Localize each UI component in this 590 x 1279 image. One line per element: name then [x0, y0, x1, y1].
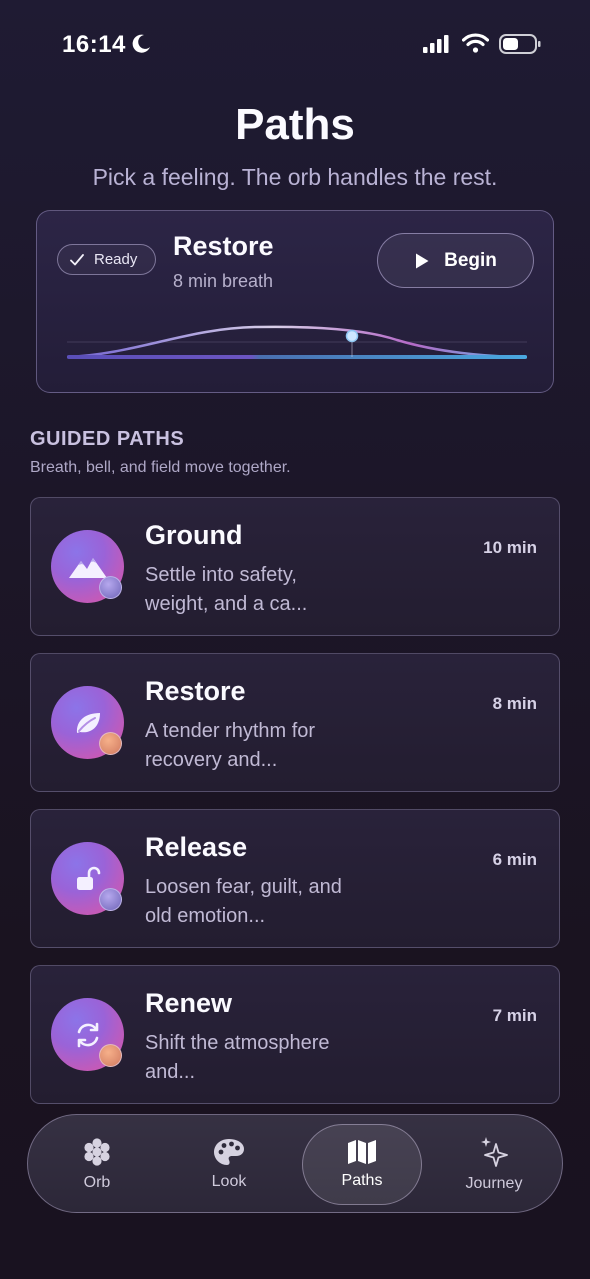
path-title: Restore [145, 676, 246, 706]
leaf-icon [76, 712, 100, 733]
tab-orb[interactable]: Orb [56, 1115, 138, 1214]
path-duration: 6 min [492, 850, 537, 869]
wifi-icon [462, 33, 489, 53]
unlock-icon [76, 866, 100, 890]
page-subtitle: Pick a feeling. The orb handles the rest… [92, 164, 498, 190]
path-card-restore[interactable]: Restore A tender rhythm for recovery and… [30, 653, 560, 792]
path-description: Loosen fear, guilt, and old emotion... [145, 876, 342, 927]
tab-label: Look [211, 1173, 247, 1190]
section-subtitle: Breath, bell, and field move together. [30, 459, 291, 476]
path-description: Settle into safety, weight, and a ca... [145, 564, 308, 615]
checkmark-icon [70, 253, 84, 265]
orb-cluster-icon [84, 1138, 110, 1166]
refresh-icon [77, 1022, 98, 1047]
path-card-release[interactable]: Release Loosen fear, guilt, and old emot… [30, 809, 560, 948]
path-title: Ground [145, 520, 243, 550]
current-session-card: Ready Restore 8 min breath Begin [36, 210, 554, 393]
bottom-tab-bar: Orb Look Paths Journey [27, 1114, 563, 1213]
ready-status-badge: Ready [57, 244, 156, 275]
sparkles-icon [481, 1137, 508, 1167]
moon-icon [132, 34, 150, 53]
begin-button-label: Begin [444, 249, 497, 271]
tab-label: Journey [465, 1175, 523, 1192]
battery-icon [499, 34, 541, 54]
path-duration: 8 min [492, 694, 537, 713]
ready-label: Ready [94, 251, 138, 268]
status-bar: 16:14 [0, 0, 590, 90]
tab-journey[interactable]: Journey [452, 1115, 536, 1214]
session-subtitle: 8 min breath [173, 271, 274, 291]
map-icon [348, 1140, 376, 1164]
path-card-ground[interactable]: Ground Settle into safety, weight, and a… [30, 497, 560, 636]
begin-button[interactable]: Begin [377, 233, 534, 288]
session-title: Restore [173, 231, 274, 261]
breath-position-marker [345, 329, 359, 343]
tab-label: Orb [83, 1174, 111, 1191]
path-duration: 10 min [483, 538, 537, 557]
tab-look[interactable]: Look [188, 1115, 270, 1214]
breath-wave-chart [67, 325, 527, 359]
path-title: Release [145, 832, 248, 862]
path-accent-dot [99, 1044, 122, 1067]
cellular-signal-icon [423, 35, 449, 53]
path-description: Shift the atmosphere and... [145, 1032, 330, 1083]
play-icon [416, 253, 429, 268]
tab-paths[interactable]: Paths [302, 1124, 422, 1205]
path-card-renew[interactable]: Renew Shift the atmosphere and... 7 min [30, 965, 560, 1104]
path-description: A tender rhythm for recovery and... [145, 720, 316, 771]
palette-icon [214, 1139, 244, 1165]
path-accent-dot [99, 576, 122, 599]
path-duration: 7 min [492, 1006, 537, 1025]
path-accent-dot [99, 732, 122, 755]
section-title: GUIDED PATHS [30, 428, 185, 450]
status-time: 16:14 [62, 31, 126, 58]
tab-label: Paths [341, 1172, 383, 1189]
page-title: Paths [235, 100, 355, 149]
mountains-icon [68, 557, 107, 578]
path-accent-dot [99, 888, 122, 911]
path-title: Renew [145, 988, 233, 1018]
